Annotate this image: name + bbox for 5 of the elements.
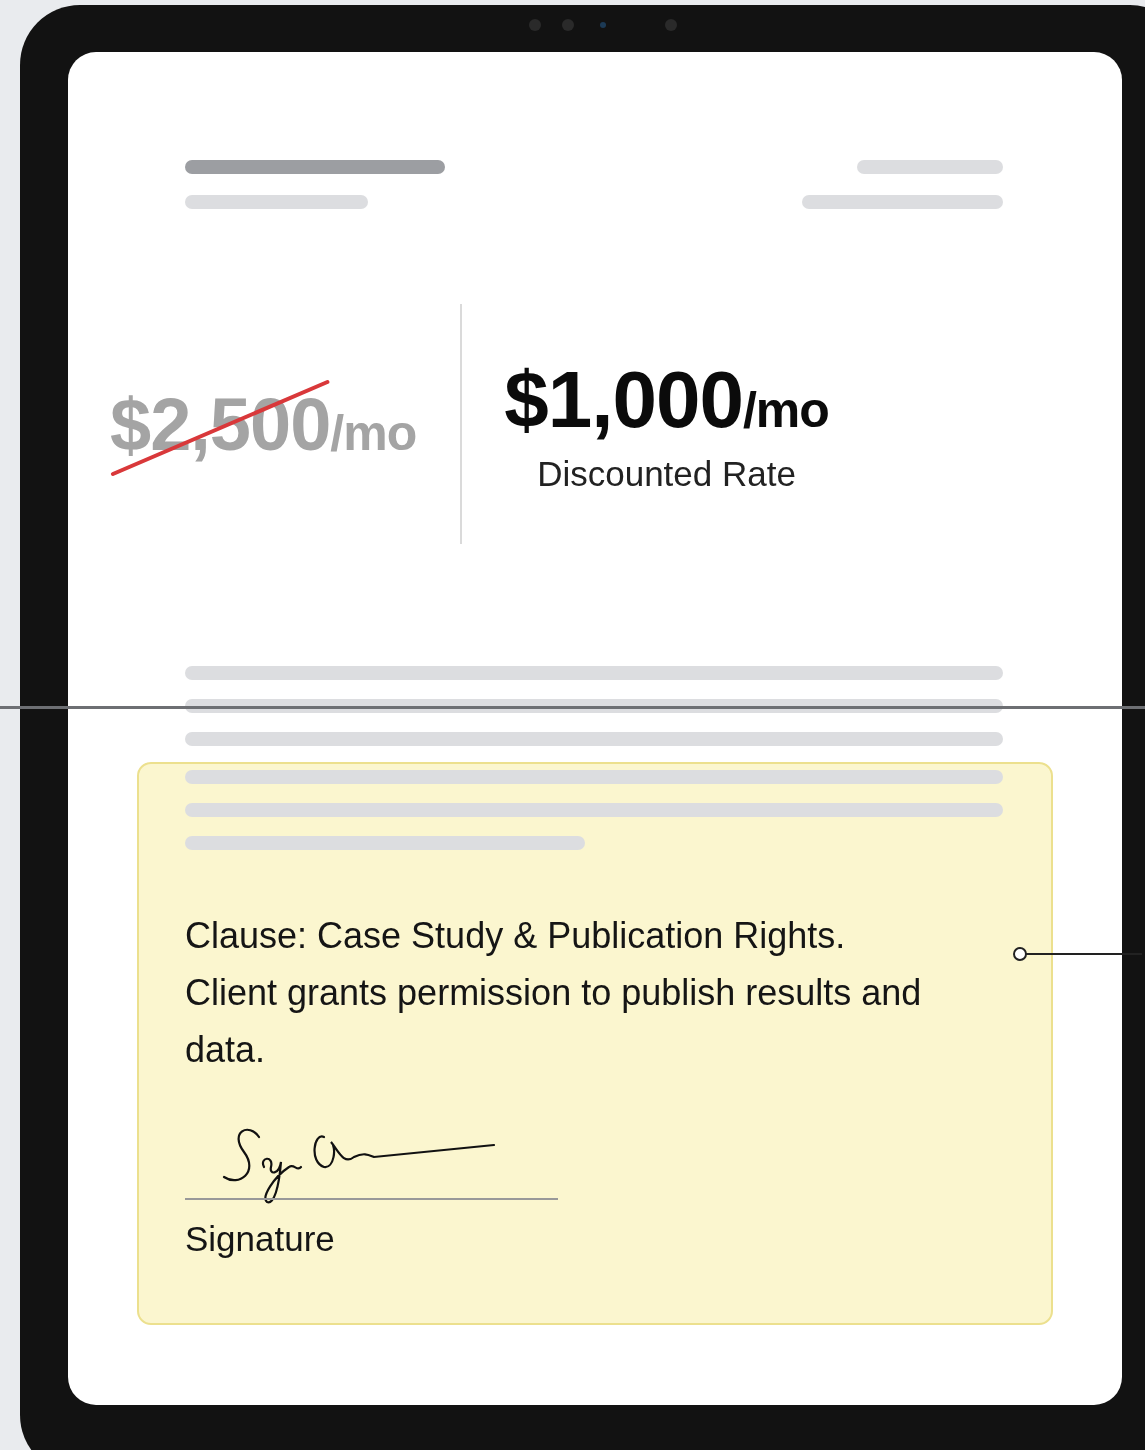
sensor-dots-icon <box>528 18 678 32</box>
discounted-price: $1,000/mo <box>504 354 829 446</box>
signature-label: Signature <box>185 1218 336 1259</box>
discount-label: Discounted Rate <box>537 454 796 494</box>
clause-text: Clause: Case Study & Publication Rights. Client grants permission to publish results and data. <box>185 914 923 1072</box>
